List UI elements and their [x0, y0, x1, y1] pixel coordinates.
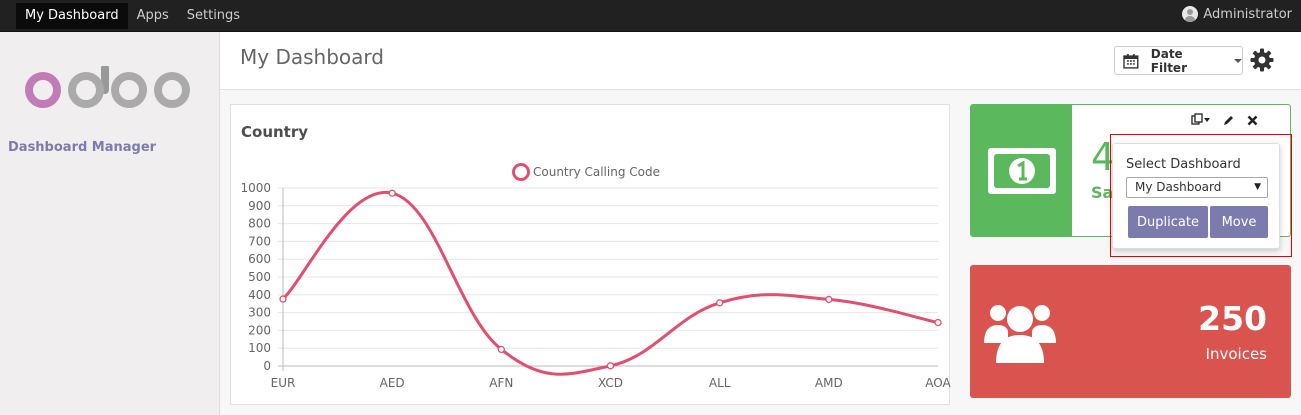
- pencil-icon[interactable]: [1223, 114, 1235, 126]
- sidebar: Dashboard Manager: [0, 32, 220, 415]
- dashboard-select-value: My Dashboard: [1135, 180, 1222, 194]
- users-icon: [984, 305, 1056, 363]
- calendar-icon: [1123, 53, 1139, 69]
- data-point[interactable]: [279, 295, 287, 303]
- kpi-value: 250: [1198, 299, 1267, 338]
- kpi-tile-invoices[interactable]: 250 Invoices: [970, 265, 1291, 398]
- y-tick-label: 1000: [240, 181, 271, 195]
- icon-box: [971, 105, 1072, 236]
- tile-toolbar: [1179, 113, 1258, 127]
- select-dashboard-label: Select Dashboard: [1126, 157, 1241, 172]
- odoo-logo: [25, 66, 190, 108]
- y-tick-label: 500: [248, 270, 271, 284]
- chevron-down-icon: [1234, 58, 1242, 63]
- x-tick-label: XCD: [598, 376, 623, 390]
- y-tick-label: 900: [248, 199, 271, 213]
- duplicate-icon[interactable]: [1191, 113, 1211, 127]
- money-icon: [987, 147, 1056, 194]
- dashboard-select[interactable]: My Dashboard ▼: [1126, 177, 1268, 198]
- chart-card: Country 0 100 200 300 400 500 600 700 800 900 1000…: [230, 104, 951, 405]
- date-filter-label: Date Filter: [1150, 46, 1187, 75]
- data-point[interactable]: [934, 318, 942, 327]
- select-dashboard-popover: Select Dashboard My Dashboard ▼ Duplicat…: [1112, 143, 1280, 249]
- data-point[interactable]: [606, 362, 615, 370]
- page-title: My Dashboard: [240, 45, 384, 69]
- y-tick-label: 600: [248, 252, 271, 266]
- kpi-label: Invoices: [1205, 345, 1267, 363]
- top-navbar: My Dashboard Apps Settings Administrator: [0, 0, 1301, 32]
- data-point[interactable]: [716, 299, 724, 307]
- user-name: Administrator: [1203, 6, 1292, 22]
- line-chart: 0 100 200 300 400 500 600 700 800 900 1000 EUR AED A…: [240, 163, 951, 390]
- y-tick-label: 300: [248, 306, 271, 320]
- x-tick-label: EUR: [271, 376, 296, 390]
- y-tick-label: 400: [248, 288, 271, 302]
- avatar: [1182, 6, 1199, 22]
- series-line: [281, 191, 939, 376]
- gear-icon[interactable]: [1250, 48, 1274, 72]
- legend-marker: [512, 163, 530, 181]
- menu-my-dashboard[interactable]: My Dashboard: [16, 3, 128, 29]
- x-tick-label: AMD: [815, 376, 843, 390]
- data-point[interactable]: [497, 345, 505, 354]
- duplicate-button[interactable]: Duplicate: [1128, 206, 1208, 238]
- y-tick-label: 700: [248, 234, 271, 248]
- date-filter-button[interactable]: Date Filter: [1114, 46, 1243, 75]
- legend-label[interactable]: Country Calling Code: [533, 165, 660, 179]
- x-tick-label: AFN: [489, 376, 513, 390]
- y-tick-label: 800: [248, 217, 271, 231]
- data-point[interactable]: [825, 295, 833, 304]
- y-tick-label: 0: [263, 359, 271, 373]
- move-button[interactable]: Move: [1210, 206, 1268, 238]
- y-tick-label: 100: [248, 341, 271, 355]
- menu-apps[interactable]: Apps: [128, 3, 178, 29]
- main-menu: My Dashboard Apps Settings: [16, 3, 249, 29]
- chevron-down-icon: ▼: [1254, 182, 1261, 192]
- control-panel: My Dashboard Date Filter: [220, 32, 1301, 90]
- x-tick-label: AED: [380, 376, 405, 390]
- sidebar-item-dashboard-manager[interactable]: Dashboard Manager: [8, 140, 156, 155]
- icon-box: [984, 299, 1056, 367]
- user-menu[interactable]: Administrator: [1182, 6, 1292, 22]
- y-tick-label: 200: [248, 323, 271, 337]
- x-tick-label: AOA: [925, 376, 951, 390]
- x-tick-label: ALL: [709, 376, 731, 390]
- data-point[interactable]: [388, 189, 396, 197]
- close-icon[interactable]: [1247, 115, 1258, 126]
- menu-settings[interactable]: Settings: [178, 3, 249, 29]
